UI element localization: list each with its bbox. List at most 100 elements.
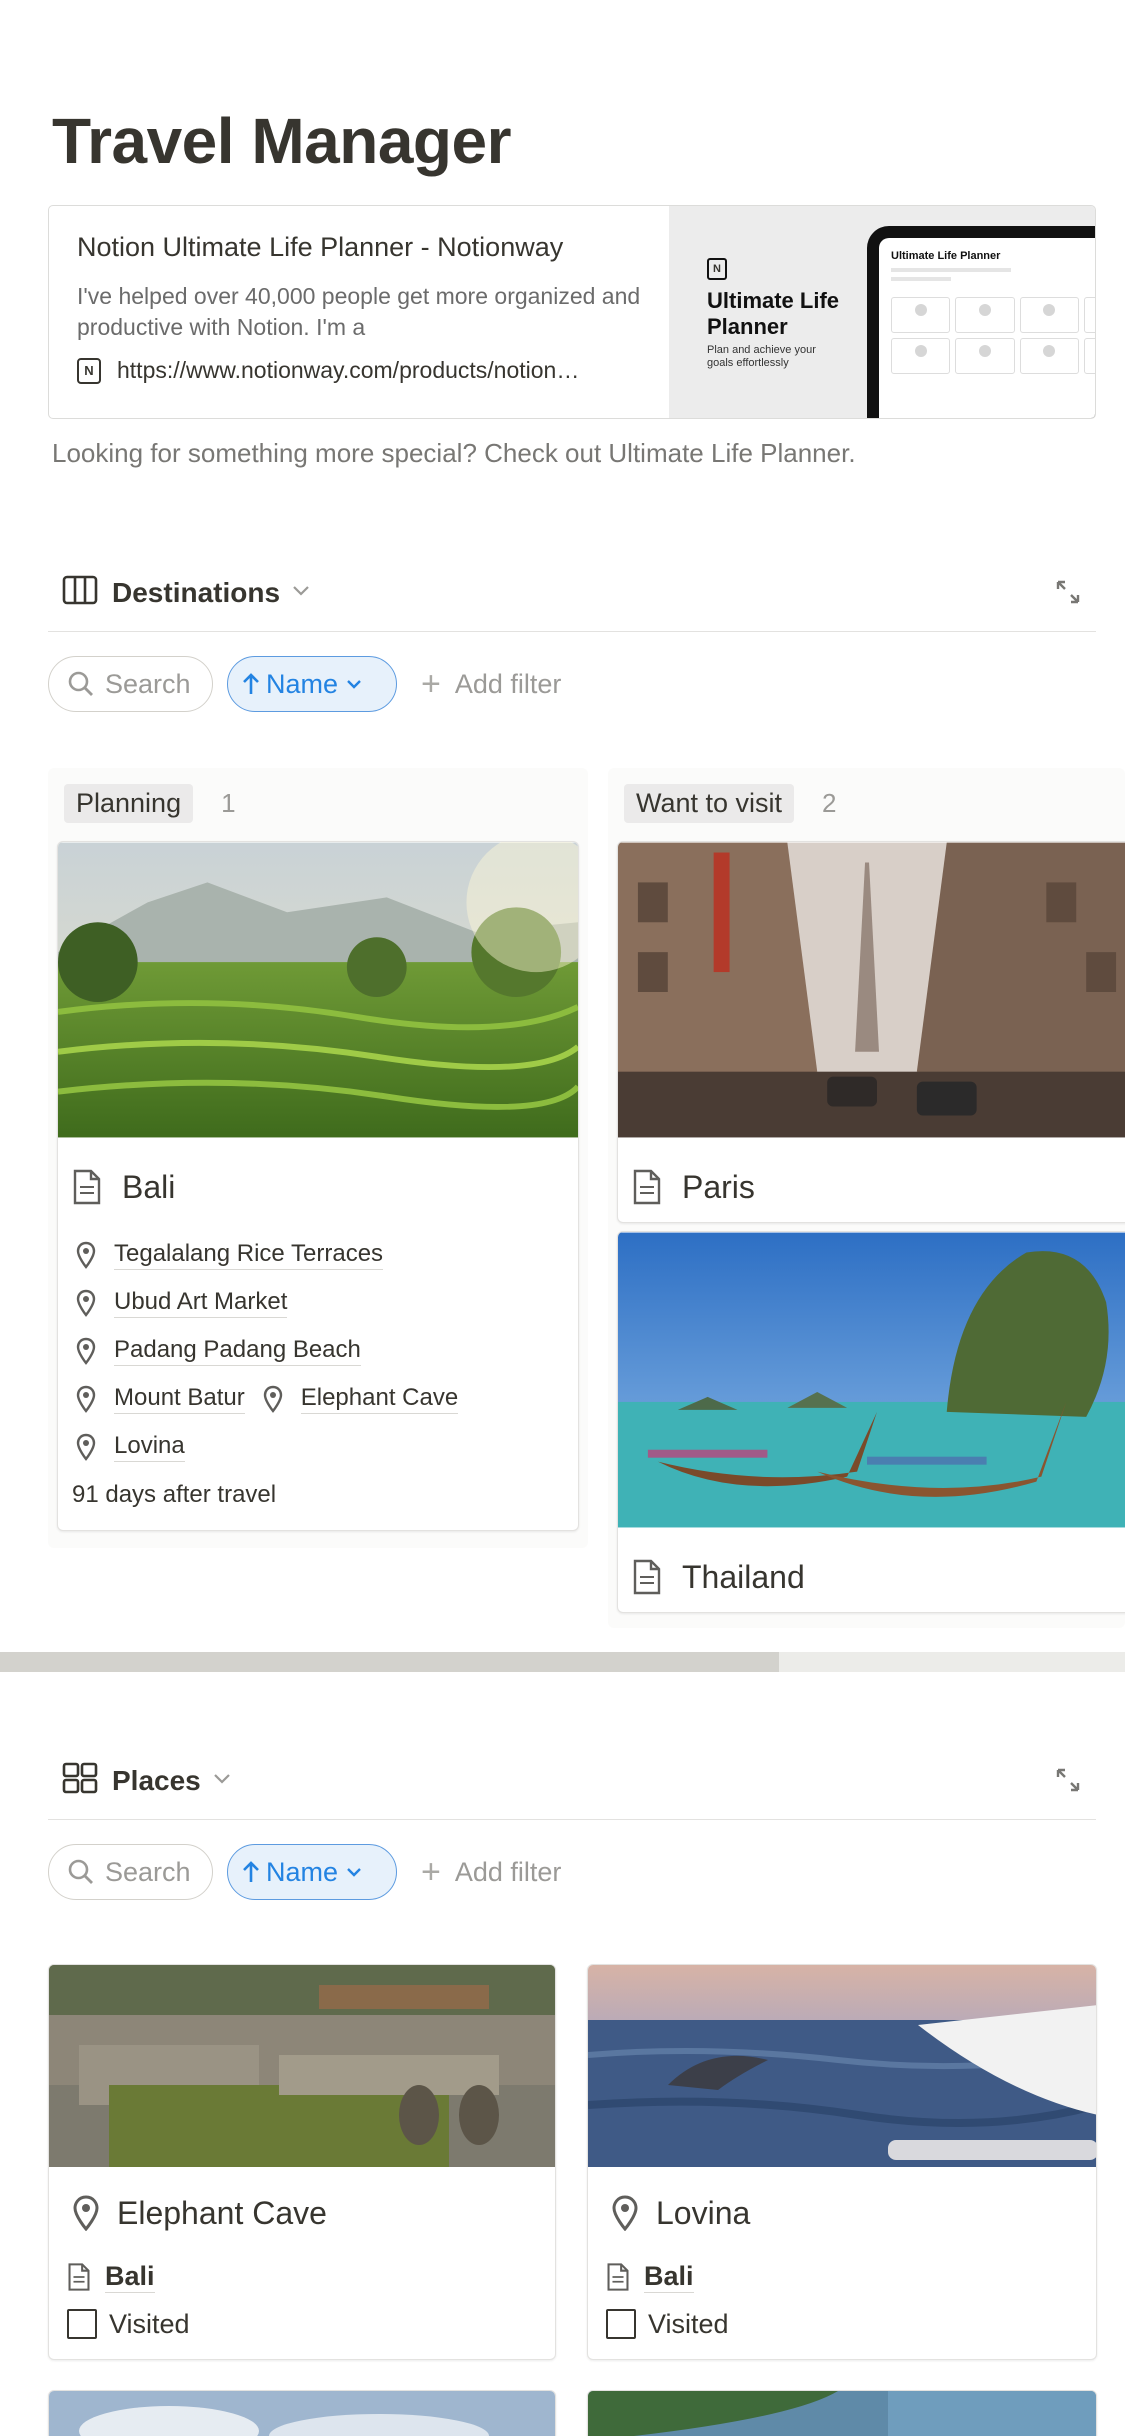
relation-row: Ubud Art Market	[58, 1279, 578, 1327]
map-pin-icon	[73, 2195, 99, 2231]
gallery-card-partial[interactable]	[48, 2390, 556, 2436]
board-view-icon[interactable]	[62, 575, 98, 610]
map-pin-icon	[612, 2195, 638, 2231]
chevron-down-icon[interactable]	[292, 584, 310, 602]
page-icon	[73, 1169, 101, 1205]
notion-logo-icon: N	[707, 258, 727, 280]
map-pin-icon	[76, 1337, 96, 1365]
page-icon	[607, 2263, 629, 2291]
visited-checkbox[interactable]	[67, 2309, 97, 2339]
column-count: 2	[822, 787, 837, 818]
cover-image-partial-sky	[49, 2391, 555, 2436]
cover-image-thailand-boats	[618, 1232, 1125, 1528]
arrow-up-icon	[243, 1861, 259, 1882]
visited-property: Visited	[588, 2300, 1096, 2348]
place-link[interactable]: Mount Batur	[76, 1384, 245, 1414]
destination-link: Bali	[644, 2261, 694, 2293]
relation-row: Lovina	[58, 1423, 578, 1471]
expand-icon[interactable]	[1054, 578, 1082, 611]
add-filter-button[interactable]: + Add filter	[421, 665, 561, 704]
add-filter-label: Add filter	[454, 668, 562, 699]
plus-icon: +	[421, 1852, 441, 1891]
card-title-row: Thailand	[618, 1533, 1125, 1612]
sort-name-chip[interactable]: Name	[227, 656, 397, 712]
add-filter-button[interactable]: + Add filter	[421, 1853, 561, 1892]
bookmark-description: I've helped over 40,000 people get more …	[77, 283, 641, 340]
place-link[interactable]: Lovina	[76, 1432, 185, 1462]
status-tag: Want to visit	[624, 783, 795, 823]
thumbnail-subtitle: Plan and achieve your goals effortlessly	[707, 344, 816, 369]
column-count: 1	[221, 787, 236, 818]
bookmark-text: Notion Ultimate Life Planner - Notionway…	[49, 206, 669, 418]
search-icon	[68, 671, 93, 696]
bookmark-caption: Looking for something more special? Chec…	[52, 438, 856, 468]
map-pin-icon	[76, 1289, 96, 1317]
page-icon	[633, 1559, 661, 1595]
board-horizontal-scrollbar[interactable]	[0, 1652, 1125, 1672]
bookmark-card[interactable]: Notion Ultimate Life Planner - Notionway…	[48, 205, 1096, 419]
add-filter-label: Add filter	[454, 1856, 562, 1887]
scrollbar-thumb[interactable]	[0, 1652, 779, 1672]
view-name-destinations[interactable]: Destinations	[112, 577, 280, 609]
place-link[interactable]: Tegalalang Rice Terraces	[76, 1240, 384, 1270]
place-link[interactable]: Ubud Art Market	[76, 1288, 288, 1318]
plus-icon: +	[421, 664, 441, 703]
relation-row: Padang Padang Beach	[58, 1327, 578, 1375]
map-pin-icon	[76, 1241, 96, 1269]
board-card-thailand[interactable]: Thailand	[617, 1231, 1125, 1613]
view-name-places[interactable]: Places	[112, 1765, 201, 1797]
page-icon	[68, 2263, 90, 2291]
destination-relation[interactable]: Bali	[49, 2254, 555, 2300]
place-link[interactable]: Elephant Cave	[263, 1384, 459, 1414]
page-icon	[633, 1169, 661, 1205]
destination-relation[interactable]: Bali	[588, 2254, 1096, 2300]
place-link[interactable]: Padang Padang Beach	[76, 1336, 361, 1366]
card-title: Bali	[122, 1168, 176, 1205]
visited-label: Visited	[109, 2308, 190, 2339]
map-pin-icon	[76, 1433, 96, 1461]
cover-image-paris-street	[618, 842, 1125, 1138]
map-pin-icon	[263, 1385, 282, 1413]
formula-days-after-travel: 91 days after travel	[72, 1481, 277, 1508]
gallery-view-icon[interactable]	[62, 1762, 98, 1799]
card-title: Paris	[682, 1168, 755, 1205]
gallery-card-partial[interactable]	[587, 2390, 1097, 2436]
arrow-up-icon	[243, 673, 259, 694]
tablet-screen-title: Ultimate Life Planner	[891, 250, 1001, 262]
destinations-view-header: Destinations	[48, 554, 1096, 632]
cover-image-rice-terraces	[58, 842, 578, 1138]
search-button[interactable]: Search	[48, 1844, 213, 1900]
expand-icon[interactable]	[1054, 1766, 1082, 1799]
relation-row: Mount Batur Elephant Cave	[58, 1375, 578, 1423]
board-card-paris[interactable]: Paris	[617, 841, 1125, 1223]
search-button[interactable]: Search	[48, 656, 213, 712]
destination-link: Bali	[105, 2261, 155, 2293]
bookmark-title: Notion Ultimate Life Planner - Notionway	[77, 232, 564, 262]
status-tag: Planning	[64, 783, 194, 823]
search-label: Search	[105, 668, 191, 699]
cover-image-partial-coast	[588, 2391, 1096, 2436]
card-title: Elephant Cave	[117, 2194, 327, 2231]
map-pin-icon	[76, 1385, 96, 1413]
page-title: Travel Manager	[52, 105, 512, 177]
board-card-bali[interactable]: Bali Tegalalang Rice Terraces Ubud Art M…	[57, 841, 579, 1531]
sort-name-chip[interactable]: Name	[227, 1844, 397, 1900]
chevron-down-icon[interactable]	[213, 1772, 231, 1790]
bookmark-url: https://www.notionway.com/products/notio…	[117, 357, 580, 383]
visited-checkbox[interactable]	[606, 2309, 636, 2339]
gallery-card-lovina[interactable]: Lovina Bali Visited	[587, 1964, 1097, 2360]
card-title: Lovina	[656, 2194, 751, 2231]
thumbnail-title: Ultimate Life Planner	[707, 288, 840, 339]
sort-label: Name	[266, 1856, 339, 1887]
search-label: Search	[105, 1856, 191, 1887]
card-title-row: Elephant Cave	[49, 2172, 555, 2254]
search-icon	[68, 1859, 93, 1884]
card-title-row: Bali	[58, 1143, 578, 1231]
relation-row: Tegalalang Rice Terraces	[58, 1231, 578, 1279]
bookmark-thumbnail: N Ultimate Life Planner Plan and achieve…	[669, 206, 1095, 418]
notion-favicon-icon: N	[77, 357, 101, 384]
card-title-row: Paris	[618, 1143, 1125, 1222]
places-view-header: Places	[48, 1742, 1096, 1820]
cover-image-lovina-dolphin	[588, 1965, 1096, 2167]
gallery-card-elephant-cave[interactable]: Elephant Cave Bali Visited	[48, 1964, 556, 2360]
